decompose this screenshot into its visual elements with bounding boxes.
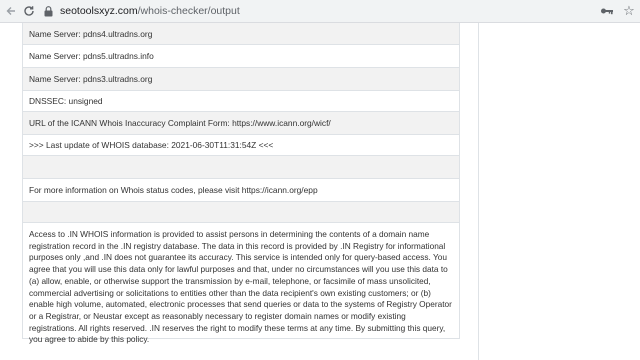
whois-row-text: DNSSEC: unsigned [29,96,103,106]
key-icon[interactable] [600,3,614,19]
address-bar[interactable]: seotoolsxyz.com/whois-checker/output [40,2,588,20]
sidebar-divider [478,23,479,360]
table-row: For more information on Whois status cod… [23,179,459,202]
table-row: Name Server: pdns3.ultradns.org [23,68,459,91]
whois-row-text: Name Server: pdns4.ultradns.org [29,28,153,39]
table-row: Name Server: pdns4.ultradns.org [23,23,459,45]
whois-terms-notice: Access to .IN WHOIS information is provi… [23,223,459,344]
url-path: /whois-checker/output [137,5,240,17]
left-gutter [0,23,22,360]
table-row [23,202,459,223]
url-host: seotoolsxyz.com [60,5,138,17]
table-row: URL of the ICANN Whois Inaccuracy Compla… [23,112,459,135]
whois-result-table: Name Server: pdns4.ultradns.org Name Ser… [22,23,460,344]
whois-row-text: For more information on Whois status cod… [29,185,318,195]
star-icon[interactable]: ☆ [621,2,637,20]
table-row [23,156,459,179]
reload-icon[interactable] [20,2,38,20]
page-content: Name Server: pdns4.ultradns.org Name Ser… [0,23,640,360]
whois-row-text: >>> Last update of WHOIS database: 2021-… [29,140,274,150]
table-row: DNSSEC: unsigned [23,91,459,112]
table-row: Name Server: pdns5.ultradns.info [23,45,459,68]
whois-row-text: Name Server: pdns3.ultradns.org [29,74,153,84]
table-row: >>> Last update of WHOIS database: 2021-… [23,135,459,156]
back-arrow-icon[interactable] [2,2,20,20]
lock-icon[interactable] [42,5,54,17]
browser-toolbar: seotoolsxyz.com/whois-checker/output ☆ [0,0,640,23]
whois-row-text: URL of the ICANN Whois Inaccuracy Compla… [29,118,331,128]
whois-row-text: Name Server: pdns5.ultradns.info [29,51,154,61]
